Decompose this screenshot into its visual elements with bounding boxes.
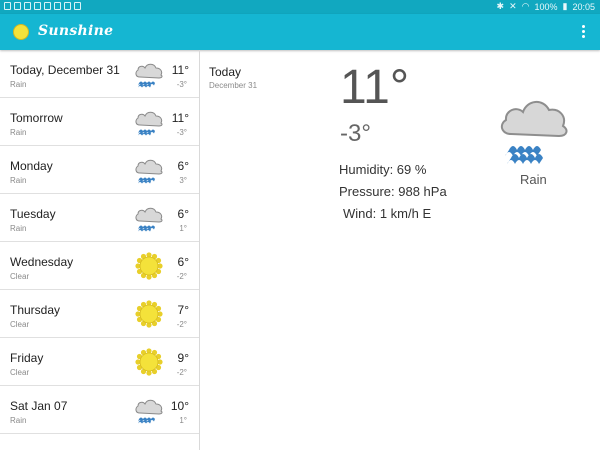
detail-humidity: Humidity: 69 %: [339, 162, 427, 177]
forecast-list: Today, December 31 Rain 11° -3° Tomorrow Rain…: [0, 50, 200, 450]
notification-icon: [54, 2, 61, 10]
battery-icon: ▮: [562, 1, 568, 11]
forecast-description: Rain: [10, 224, 27, 233]
notification-icon: [4, 2, 11, 10]
sun-icon: [134, 348, 164, 376]
notification-icon: [24, 2, 31, 10]
rain-icon: [134, 204, 164, 232]
detail-pressure: Pressure: 988 hPa: [339, 184, 447, 199]
forecast-row[interactable]: Friday Clear 9° -2°: [0, 338, 199, 386]
forecast-low: 1°: [179, 416, 187, 425]
forecast-low: -3°: [176, 80, 187, 89]
rain-icon: [134, 60, 164, 88]
forecast-description: Clear: [10, 368, 30, 377]
clock: 20:05: [572, 1, 595, 12]
forecast-day: Wednesday: [10, 255, 74, 269]
forecast-low: -2°: [176, 368, 187, 377]
status-bar: ✱ ✕ ◠ 100% ▮ 20:05: [0, 0, 600, 14]
forecast-high: 7°: [177, 303, 189, 317]
app-title: Sunshine: [38, 23, 114, 39]
forecast-day: Friday: [10, 351, 44, 365]
notification-icon: [34, 2, 41, 10]
forecast-high: 11°: [171, 111, 189, 125]
rain-icon: [134, 396, 164, 424]
forecast-row[interactable]: Sat Jan 07 Rain 10° 1°: [0, 386, 199, 434]
forecast-day: Monday: [10, 159, 53, 173]
forecast-row[interactable]: Tomorrow Rain 11° -3°: [0, 98, 199, 146]
detail-description: Rain: [520, 172, 547, 187]
forecast-low: -2°: [176, 320, 187, 329]
app-bar: Sunshine: [0, 14, 600, 50]
sun-icon: [134, 252, 164, 280]
detail-wind: Wind: 1 km/h E: [343, 206, 432, 221]
forecast-description: Rain: [10, 80, 27, 89]
forecast-low: 1°: [179, 224, 187, 233]
sun-icon: [134, 300, 164, 328]
forecast-description: Clear: [10, 272, 30, 281]
forecast-day: Tuesday: [10, 207, 56, 221]
detail-date: December 31: [209, 81, 258, 90]
forecast-low: 3°: [179, 176, 187, 185]
forecast-day: Today, December 31: [10, 63, 120, 77]
notification-icons: [4, 2, 81, 10]
bluetooth-icon: ✱: [496, 1, 505, 11]
overflow-menu-icon[interactable]: [582, 25, 586, 39]
forecast-day: Sat Jan 07: [10, 399, 68, 413]
forecast-low: -2°: [176, 272, 187, 281]
forecast-description: Rain: [10, 128, 27, 137]
sun-logo-icon: [13, 24, 29, 40]
forecast-description: Rain: [10, 416, 27, 425]
notification-icon: [14, 2, 21, 10]
detail-panel: Today December 31 11° -3° Humidity: 69 %…: [200, 50, 600, 450]
forecast-row[interactable]: Monday Rain 6° 3°: [0, 146, 199, 194]
forecast-high: 6°: [177, 255, 189, 269]
forecast-row[interactable]: Wednesday Clear 6° -2°: [0, 242, 199, 290]
forecast-day: Thursday: [10, 303, 61, 317]
forecast-high: 11°: [171, 63, 189, 77]
mute-icon: ✕: [509, 1, 517, 11]
forecast-description: Clear: [10, 320, 30, 329]
forecast-row[interactable]: Today, December 31 Rain 11° -3°: [0, 50, 199, 98]
notification-icon: [44, 2, 51, 10]
forecast-high: 6°: [177, 207, 189, 221]
forecast-low: -3°: [176, 128, 187, 137]
forecast-high: 10°: [170, 399, 189, 413]
forecast-day: Tomorrow: [10, 111, 63, 125]
wifi-icon: ◠: [521, 1, 530, 11]
forecast-high: 9°: [177, 351, 189, 365]
forecast-row[interactable]: Tuesday Rain 6° 1°: [0, 194, 199, 242]
rain-icon: [500, 101, 568, 164]
detail-high-temp: 11°: [340, 61, 410, 114]
rain-icon: [134, 108, 164, 136]
battery-level: 100%: [534, 1, 558, 12]
forecast-description: Rain: [10, 176, 27, 185]
forecast-high: 6°: [177, 159, 189, 173]
notification-icon: [64, 2, 71, 10]
detail-low-temp: -3°: [340, 120, 371, 147]
detail-day: Today: [209, 65, 242, 79]
notification-icon: [74, 2, 81, 10]
rain-icon: [134, 156, 164, 184]
forecast-row[interactable]: Thursday Clear 7° -2°: [0, 290, 199, 338]
